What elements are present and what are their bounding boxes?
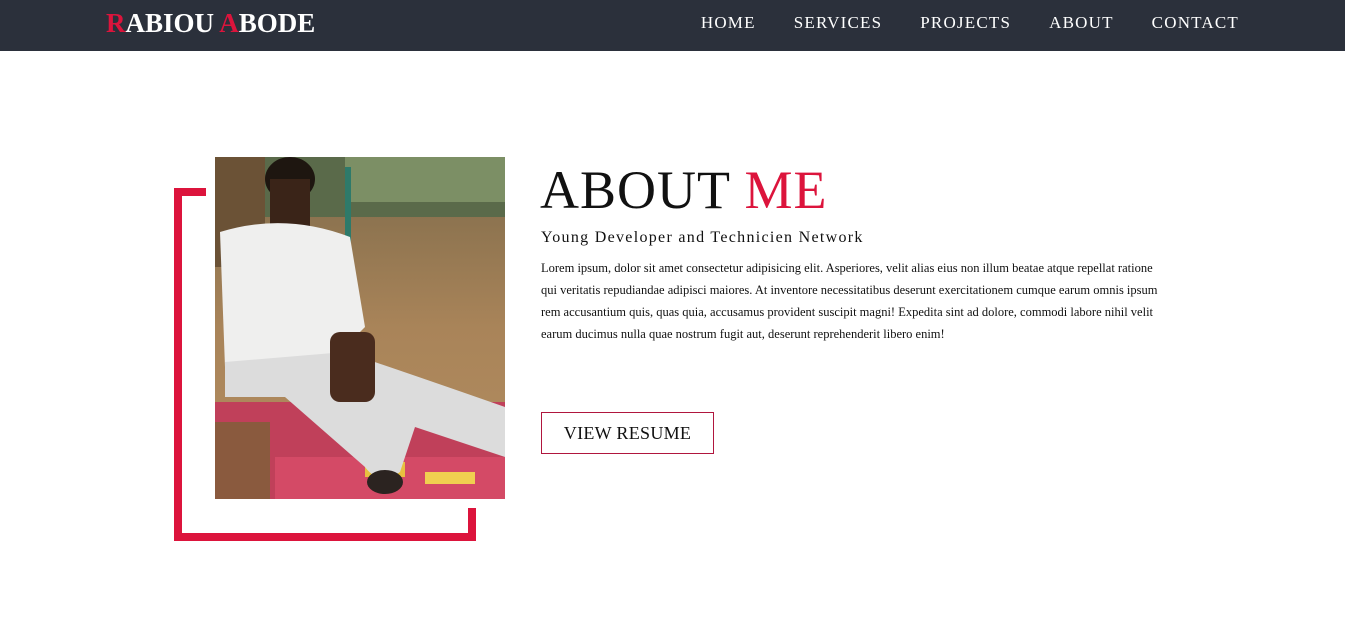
nav-link-projects[interactable]: PROJECTS	[920, 13, 1011, 33]
logo-initial-last: A	[219, 8, 239, 38]
view-resume-button[interactable]: VIEW RESUME	[541, 412, 714, 454]
nav-link-contact[interactable]: CONTACT	[1152, 13, 1239, 33]
nav-link-about[interactable]: ABOUT	[1049, 13, 1114, 33]
nav-link-home[interactable]: HOME	[701, 13, 756, 33]
about-heading-accent: ME	[744, 160, 828, 220]
about-bio: Lorem ipsum, dolor sit amet consectetur …	[541, 261, 1158, 341]
main-nav: HOME SERVICES PROJECTS ABOUT CONTACT	[663, 13, 1239, 33]
nav-link-services[interactable]: SERVICES	[794, 13, 883, 33]
about-subtitle: Young Developer and Technicien Network	[541, 229, 864, 246]
photo-frame-left	[174, 188, 182, 541]
about-heading-main: ABOUT	[540, 160, 731, 220]
site-logo[interactable]: RABIOU ABODE	[106, 8, 315, 38]
photo-frame-bottom	[174, 533, 476, 541]
photo-frame-right	[468, 508, 476, 541]
about-heading: ABOUT ME	[540, 160, 828, 220]
logo-initial-first: R	[106, 8, 126, 38]
profile-photo	[215, 157, 505, 499]
logo-first-name: ABIOU	[125, 8, 215, 38]
photo-frame-top	[174, 188, 206, 196]
navbar: RABIOU ABODE HOME SERVICES PROJECTS ABOU…	[0, 0, 1345, 51]
logo-last-name: BODE	[238, 8, 316, 38]
